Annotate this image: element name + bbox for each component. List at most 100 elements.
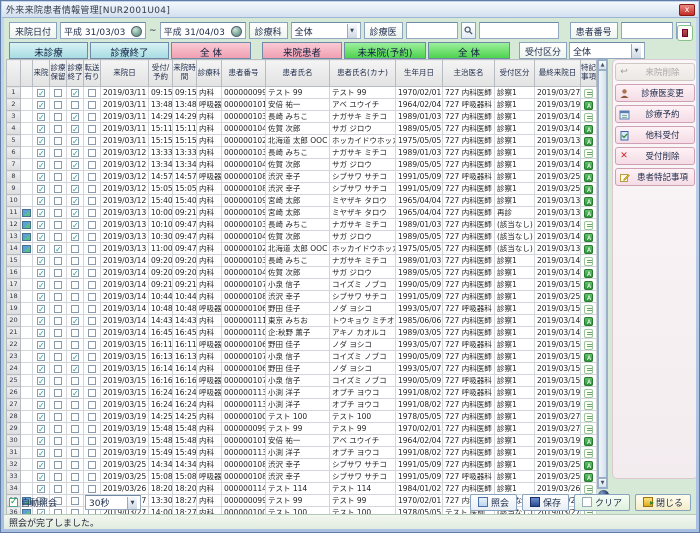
- visit-checkbox[interactable]: [37, 365, 45, 373]
- hold-checkbox[interactable]: [54, 269, 62, 277]
- header-appointment[interactable]: 受付/予約: [149, 60, 173, 87]
- header-transfer[interactable]: 転送有り: [84, 60, 101, 87]
- transfer-checkbox[interactable]: [88, 101, 96, 109]
- filter-button-all-visit[interactable]: 全 体: [428, 42, 510, 59]
- visit-checkbox[interactable]: [37, 197, 45, 205]
- transfer-checkbox[interactable]: [88, 245, 96, 253]
- done-checkbox[interactable]: [71, 293, 79, 301]
- hold-checkbox[interactable]: [54, 185, 62, 193]
- visit-checkbox[interactable]: [37, 485, 45, 493]
- hold-checkbox[interactable]: [54, 449, 62, 457]
- done-checkbox[interactable]: [71, 113, 79, 121]
- hold-checkbox[interactable]: [54, 233, 62, 241]
- transfer-checkbox[interactable]: [88, 125, 96, 133]
- change-doctor-button[interactable]: 診療医変更: [615, 84, 695, 102]
- table-row[interactable]: 13 2019/03/13 10:30 09:47 内科 000000104 佐…: [7, 231, 597, 243]
- hold-checkbox[interactable]: [54, 437, 62, 445]
- row-number[interactable]: 31: [7, 447, 21, 459]
- transfer-checkbox[interactable]: [88, 317, 96, 325]
- note-icon[interactable]: [584, 401, 593, 410]
- transfer-checkbox[interactable]: [88, 269, 96, 277]
- transfer-checkbox[interactable]: [88, 449, 96, 457]
- transfer-checkbox[interactable]: [88, 89, 96, 97]
- hold-checkbox[interactable]: [54, 125, 62, 133]
- transfer-checkbox[interactable]: [88, 137, 96, 145]
- done-checkbox[interactable]: [71, 329, 79, 337]
- visit-checkbox[interactable]: [37, 353, 45, 361]
- hold-checkbox[interactable]: [54, 401, 62, 409]
- note-icon[interactable]: [584, 413, 593, 422]
- hold-checkbox[interactable]: [54, 149, 62, 157]
- interval-select[interactable]: 30秒 ▼: [85, 495, 141, 510]
- chevron-down-icon[interactable]: ▼: [127, 497, 137, 509]
- table-row[interactable]: 26 2019/03/15 16:24 16:24 呼吸器科 000000113…: [7, 387, 597, 399]
- visit-checkbox[interactable]: [37, 317, 45, 325]
- row-number[interactable]: 4: [7, 123, 21, 135]
- table-row[interactable]: 6 2019/03/12 13:33 13:33 内科 000000103 長崎…: [7, 147, 597, 159]
- visit-checkbox[interactable]: [37, 281, 45, 289]
- row-number[interactable]: 10: [7, 195, 21, 207]
- done-checkbox[interactable]: [71, 209, 79, 217]
- visit-checkbox[interactable]: [37, 461, 45, 469]
- visit-checkbox[interactable]: [37, 245, 45, 253]
- header-reception-type[interactable]: 受付区分: [495, 60, 535, 87]
- row-number[interactable]: 27: [7, 399, 21, 411]
- header-visit-time[interactable]: 来院時間: [173, 60, 197, 87]
- transfer-checkbox[interactable]: [88, 305, 96, 313]
- transfer-checkbox[interactable]: [88, 173, 96, 181]
- row-number[interactable]: 11: [7, 207, 21, 219]
- done-checkbox[interactable]: [71, 389, 79, 397]
- transfer-checkbox[interactable]: [88, 473, 96, 481]
- visit-checkbox[interactable]: [37, 125, 45, 133]
- row-number[interactable]: 30: [7, 435, 21, 447]
- hold-checkbox[interactable]: [54, 341, 62, 349]
- row-number[interactable]: 7: [7, 159, 21, 171]
- done-checkbox[interactable]: [71, 365, 79, 373]
- visit-checkbox[interactable]: [37, 185, 45, 193]
- table-row[interactable]: 1 2019/03/11 09:15 09:15 内科 000000099 テス…: [7, 87, 597, 99]
- reception-select[interactable]: 全体 ▼: [569, 42, 645, 59]
- header-patient-kana[interactable]: 患者氏名(カナ): [330, 60, 396, 87]
- doctor-search-button[interactable]: [461, 22, 476, 39]
- hold-checkbox[interactable]: [54, 173, 62, 181]
- row-number[interactable]: 29: [7, 423, 21, 435]
- vertical-scrollbar[interactable]: ▲ ▼: [597, 59, 608, 489]
- done-checkbox[interactable]: [71, 281, 79, 289]
- row-number[interactable]: 25: [7, 375, 21, 387]
- visit-checkbox[interactable]: [37, 329, 45, 337]
- auto-query-checkbox[interactable]: [9, 498, 18, 507]
- transfer-checkbox[interactable]: [88, 401, 96, 409]
- note-icon[interactable]: [584, 293, 593, 302]
- hold-checkbox[interactable]: [54, 329, 62, 337]
- note-icon[interactable]: [584, 341, 593, 350]
- visit-checkbox[interactable]: [37, 149, 45, 157]
- treatment-reserve-button[interactable]: 診療予約: [615, 105, 695, 123]
- row-number[interactable]: 33: [7, 471, 21, 483]
- visit-checkbox[interactable]: [37, 449, 45, 457]
- calendar-picker-icon[interactable]: [131, 26, 142, 37]
- header-department[interactable]: 診療科: [197, 60, 222, 87]
- done-checkbox[interactable]: [71, 317, 79, 325]
- hold-checkbox[interactable]: [54, 317, 62, 325]
- transfer-checkbox[interactable]: [88, 437, 96, 445]
- note-icon[interactable]: [584, 353, 593, 362]
- save-button[interactable]: 保存: [522, 494, 569, 511]
- table-row[interactable]: 28 2019/03/19 14:25 14:25 内科 000000100 テ…: [7, 411, 597, 423]
- hold-checkbox[interactable]: [54, 89, 62, 97]
- clear-button[interactable]: クリア: [574, 494, 630, 511]
- done-checkbox[interactable]: [71, 425, 79, 433]
- done-checkbox[interactable]: [71, 137, 79, 145]
- table-row[interactable]: 29 2019/03/19 15:48 15:48 内科 000000099 テ…: [7, 423, 597, 435]
- date-from-input[interactable]: 平成 31/03/03: [60, 22, 146, 39]
- transfer-checkbox[interactable]: [88, 485, 96, 493]
- note-icon[interactable]: [584, 269, 593, 278]
- memo-button[interactable]: [677, 25, 693, 41]
- scroll-up-icon[interactable]: ▲: [598, 60, 607, 70]
- department-select[interactable]: 全体 ▼: [291, 22, 361, 39]
- header-last-visit[interactable]: 最終来院日: [535, 60, 581, 87]
- note-icon[interactable]: [584, 245, 593, 254]
- header-done[interactable]: 診療終了: [67, 60, 84, 87]
- note-icon[interactable]: [584, 425, 593, 434]
- chevron-down-icon[interactable]: ▼: [631, 44, 641, 58]
- row-number[interactable]: 21: [7, 327, 21, 339]
